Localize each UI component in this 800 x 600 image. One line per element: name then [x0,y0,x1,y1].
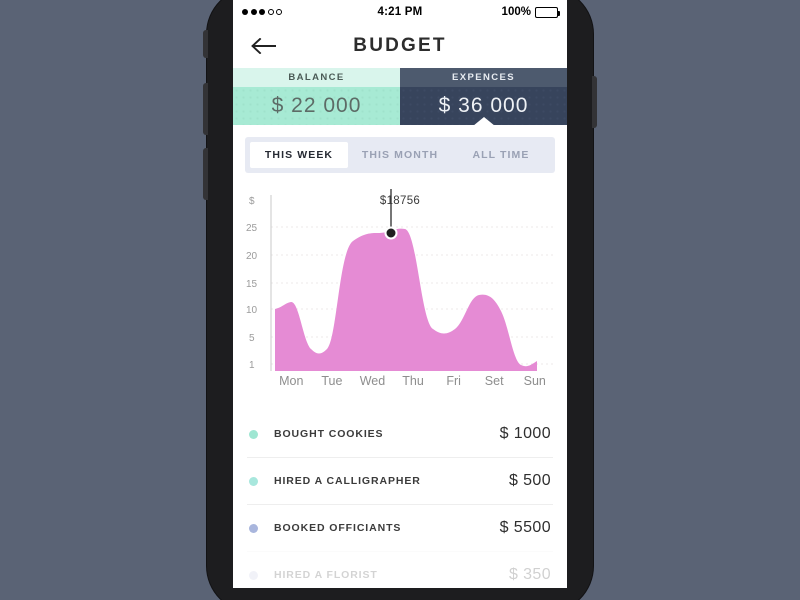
balance-value: $ 22 000 [233,87,400,125]
x-label-fri: Fri [446,374,461,388]
transaction-amount: $ 350 [508,566,551,583]
expences-label: EXPENCES [400,68,567,87]
list-item[interactable]: HIRED A CALLIGRAPHER $ 500 [247,457,553,504]
x-label-tue: Tue [321,374,343,388]
transaction-title: HIRED A FLORIST [274,569,378,581]
summary-panels: BALANCE $ 22 000 EXPENCES $ 36 000 [233,68,567,126]
y-tick-2: 20 [246,251,258,262]
page-title: BUDGET [353,35,447,56]
transaction-title: BOOKED OFFICIANTS [274,522,402,534]
transaction-title: HIRED A CALLIGRAPHER [274,475,421,487]
filter-section: THIS WEEK THIS MONTH ALL TIME [233,125,567,173]
category-dot-icon [249,429,258,439]
y-tick-1: 25 [246,223,258,234]
y-tick-6: 1 [249,360,255,371]
tab-this-week[interactable]: THIS WEEK [250,142,348,168]
chart-svg[interactable]: $ 25 20 15 10 5 1 [245,189,555,371]
tab-all-time[interactable]: ALL TIME [452,142,550,168]
category-dot-icon [249,570,258,580]
back-button[interactable] [247,29,281,63]
signal-strength-icon [242,9,346,15]
y-tick-4: 10 [246,305,258,316]
x-label-set: Set [484,374,504,388]
balance-panel[interactable]: BALANCE $ 22 000 [233,68,400,125]
volume-up-button[interactable] [203,83,208,135]
silent-switch-button[interactable] [203,30,208,58]
signal-dot-1 [242,9,248,15]
signal-dot-4 [267,9,274,15]
tab-this-month[interactable]: THIS MONTH [351,142,449,168]
status-time: 4:21 PM [377,6,423,18]
category-dot-icon [249,523,258,533]
x-label-sun: Sun [523,374,546,388]
period-filter-tabs: THIS WEEK THIS MONTH ALL TIME [245,137,555,173]
phone-screen: 4:21 PM 100% BUDGET BALANCE $ 22 000 EXP… [233,0,567,588]
x-label-wed: Wed [359,374,386,388]
y-tick-3: 15 [246,279,258,290]
arrow-left-icon [251,38,276,54]
phone-frame: 4:21 PM 100% BUDGET BALANCE $ 22 000 EXP… [203,0,597,600]
volume-down-button[interactable] [203,148,208,200]
screenshot-stage: 4:21 PM 100% BUDGET BALANCE $ 22 000 EXP… [0,0,800,600]
status-battery-group: 100% [454,6,560,18]
power-button[interactable] [592,76,597,128]
expenses-chart: $18756 $ 25 20 15 10 5 1 Mon Tue Wed Thu… [245,189,555,401]
transaction-title: BOUGHT COOKIES [274,428,384,440]
transaction-amount: $ 1000 [499,425,551,442]
y-tick-0: $ [249,196,255,207]
battery-percent-label: 100% [501,6,531,18]
battery-icon [534,6,560,18]
category-dot-icon [249,476,258,486]
tooltip-marker-icon [384,226,398,240]
list-item[interactable]: BOUGHT COOKIES $ 1000 [247,411,553,457]
signal-dot-2 [250,9,257,15]
x-label-mon: Mon [279,374,304,388]
signal-dot-5 [276,9,282,15]
balance-label: BALANCE [233,68,400,87]
chart-area-path [275,228,537,371]
chart-tooltip-label: $18756 [379,195,421,207]
y-tick-5: 5 [249,333,255,344]
chart-x-axis-labels: Mon Tue Wed Thu Fri Set Sun [245,374,555,388]
transaction-amount: $ 5500 [499,519,551,536]
signal-dot-3 [259,9,265,15]
list-item[interactable]: HIRED A FLORIST $ 350 [247,551,553,588]
transaction-amount: $ 500 [508,472,551,489]
nav-bar: BUDGET [233,24,567,68]
x-label-thu: Thu [402,374,424,388]
selected-panel-notch-icon [472,117,495,126]
status-bar: 4:21 PM 100% [233,0,567,24]
list-item[interactable]: BOOKED OFFICIANTS $ 5500 [247,504,553,551]
transaction-list: BOUGHT COOKIES $ 1000 HIRED A CALLIGRAPH… [247,411,553,588]
